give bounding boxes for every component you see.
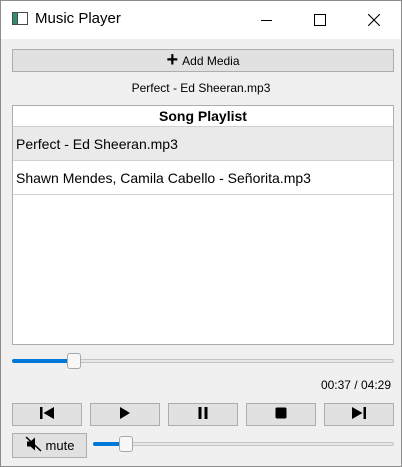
previous-button[interactable] [12, 403, 82, 426]
volume-slider[interactable] [93, 434, 394, 454]
play-icon [118, 406, 132, 423]
plus-icon: + [166, 48, 179, 71]
seek-slider-handle[interactable] [67, 353, 82, 369]
window-title: Music Player [35, 10, 121, 27]
minimize-icon [260, 15, 272, 26]
skip-next-icon [351, 406, 367, 423]
music-player-window: Music Player + Add Media Perfect - Ed Sh… [0, 0, 402, 467]
minimize-button[interactable] [243, 1, 289, 39]
volume-slider-groove [93, 442, 394, 446]
maximize-button[interactable] [297, 1, 343, 39]
stop-icon [274, 406, 288, 423]
close-icon [368, 14, 380, 26]
pause-icon [196, 406, 210, 423]
seek-slider[interactable] [12, 351, 394, 371]
playlist-item[interactable]: Perfect - Ed Sheeran.mp3 [13, 127, 393, 161]
add-media-label: Add Media [182, 53, 240, 68]
now-playing-label: Perfect - Ed Sheeran.mp3 [131, 81, 271, 95]
add-media-button[interactable]: + Add Media [12, 49, 394, 72]
stop-button[interactable] [246, 403, 316, 426]
volume-slider-handle[interactable] [118, 436, 133, 452]
skip-previous-icon [39, 406, 55, 423]
pause-button[interactable] [168, 403, 238, 426]
seek-slider-fill [12, 359, 75, 363]
next-button[interactable] [324, 403, 394, 426]
playlist-item[interactable]: Shawn Mendes, Camila Cabello - Señorita.… [13, 161, 393, 195]
speaker-muted-icon [25, 436, 43, 455]
title-bar[interactable]: Music Player [1, 1, 401, 39]
mute-label: mute [45, 438, 75, 453]
time-label: 00:37 / 04:29 [320, 378, 391, 392]
app-window-icon [12, 12, 28, 25]
playlist-header: Song Playlist [13, 106, 393, 127]
mute-button[interactable]: mute [12, 433, 87, 458]
close-button[interactable] [351, 1, 397, 39]
song-playlist[interactable]: Song Playlist Perfect - Ed Sheeran.mp3 S… [12, 105, 394, 345]
maximize-icon [314, 14, 326, 26]
play-button[interactable] [90, 403, 160, 426]
